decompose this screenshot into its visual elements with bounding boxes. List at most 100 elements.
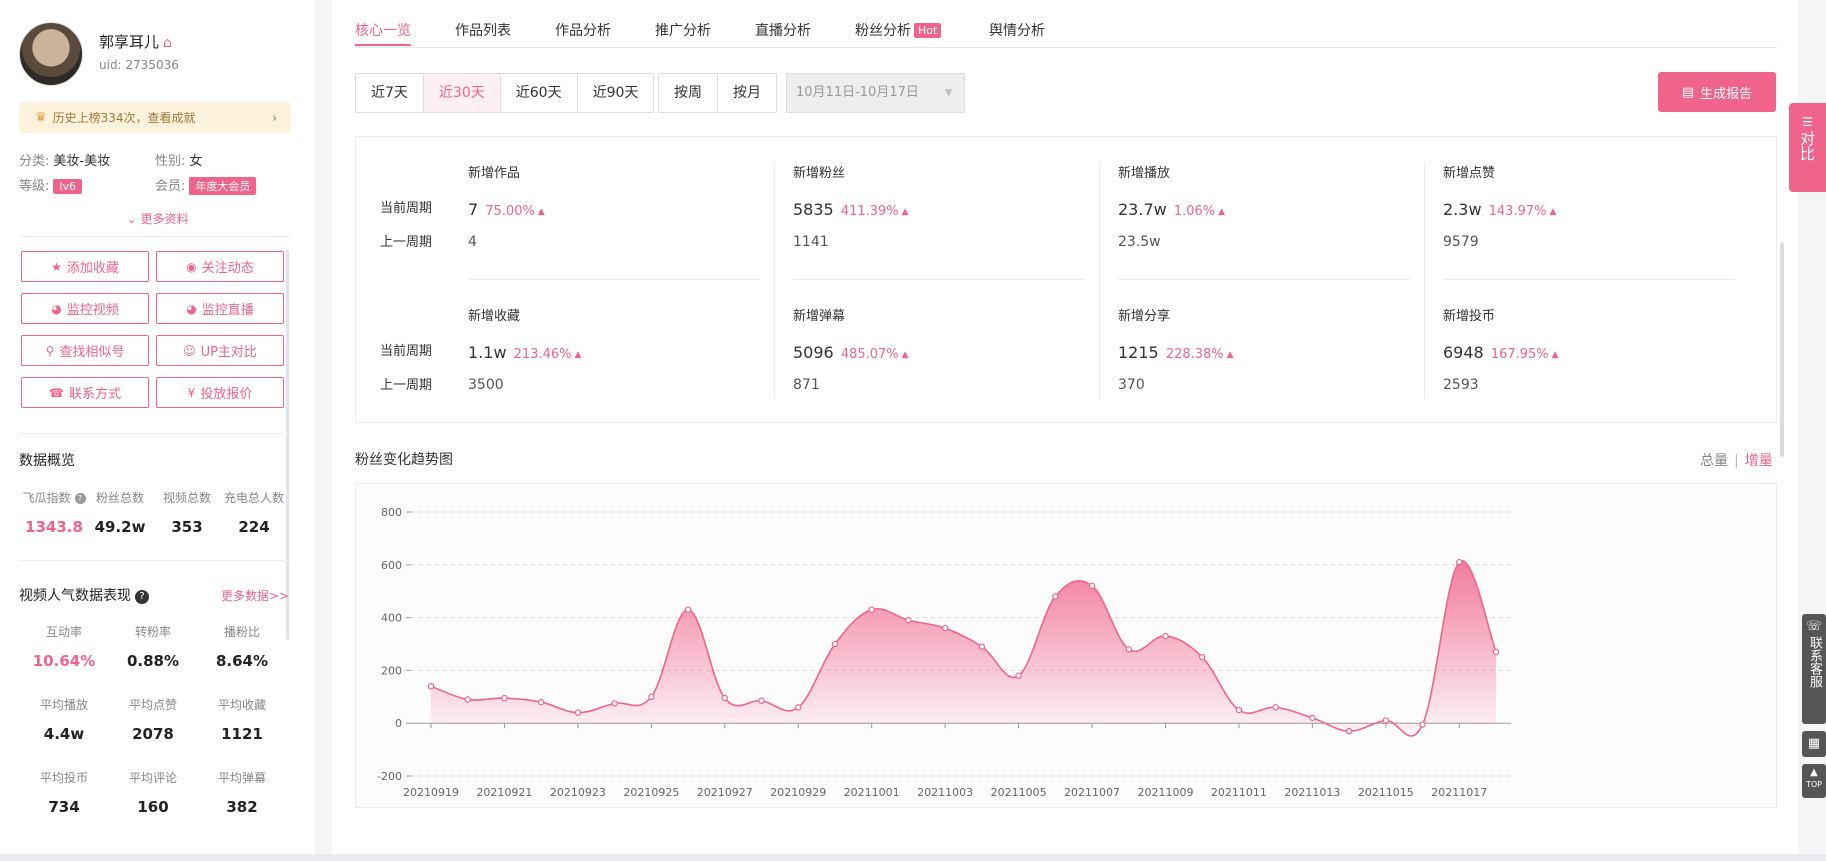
compare-label: 对比 — [1798, 131, 1816, 161]
monitor-icon: ◕ — [51, 301, 62, 316]
range-90d-button[interactable]: 近90天 — [576, 74, 654, 112]
monitor-video-button[interactable]: ◕ 监控视频 — [21, 293, 149, 324]
button-label: 查找相似号 — [59, 345, 125, 360]
contact-button[interactable]: ☎ 联系方式 — [21, 377, 149, 408]
range-7d-button[interactable]: 近7天 — [356, 74, 423, 112]
help-icon[interactable]: ? — [74, 493, 86, 504]
member-row: 会员: 年度大会员 — [155, 175, 257, 195]
more-info-link[interactable]: ⌄ 更多资料 — [0, 210, 315, 227]
arrow-up-icon: ▲ — [574, 350, 582, 360]
data-point — [1235, 706, 1243, 714]
profile-name: 郭享耳儿 ⌂ — [99, 31, 172, 52]
metric-current: 1215 228.38% ▲ — [1118, 343, 1418, 362]
profile-name-text: 郭享耳儿 — [99, 33, 160, 51]
x-tick-label: 20210919 — [403, 786, 459, 799]
tab-sentiment-analysis[interactable]: 舆情分析 — [989, 20, 1045, 40]
data-point — [1419, 721, 1426, 728]
monitor-live-button[interactable]: ◕ 监控直播 — [156, 293, 284, 324]
y-tick-label: 400 — [381, 612, 402, 625]
stat-label: 平均点赞 — [128, 698, 177, 712]
metric-change: 167.95% — [1490, 347, 1549, 362]
tab-promo-analysis[interactable]: 推广分析 — [655, 20, 711, 40]
data-point — [574, 709, 582, 716]
data-point — [1199, 653, 1206, 661]
overview-title: 数据概览 — [19, 453, 75, 469]
help-icon[interactable]: ? — [135, 590, 149, 604]
stat-value: 1121 — [221, 725, 263, 743]
home-icon[interactable]: ⌂ — [163, 35, 172, 51]
range-30d-button[interactable]: 近30天 — [422, 74, 500, 112]
y-tick-label: 800 — [381, 506, 402, 519]
service-label: 联系客服 — [1807, 636, 1822, 688]
metric-previous: 871 — [793, 377, 820, 393]
stat-label: 平均投币 — [39, 771, 88, 785]
by-week-button[interactable]: 按周 — [659, 74, 717, 112]
x-tick-label: 20210923 — [550, 786, 606, 799]
panel-scrollbar[interactable] — [1780, 242, 1784, 457]
data-point — [684, 606, 692, 613]
x-tick-label: 20210927 — [697, 786, 753, 799]
tab-fans-analysis[interactable]: 粉丝分析 Hot — [855, 20, 942, 40]
fans-total-stat: 粉丝总数 49.2w — [90, 489, 150, 536]
category-value: 美妆-美妆 — [53, 154, 111, 169]
row-divider — [468, 279, 760, 280]
qrcode-button[interactable]: ▦ — [1802, 731, 1826, 757]
add-favorite-button[interactable]: ★ 添加收藏 — [21, 251, 149, 282]
price-icon: ¥ — [187, 385, 196, 400]
tab-works-list[interactable]: 作品列表 — [455, 20, 511, 40]
avg-danmaku-stat: 平均弹幕 382 — [202, 769, 282, 816]
follow-updates-button[interactable]: ◉ 关注动态 — [156, 251, 284, 282]
rank-achievement-bar[interactable]: ♛ 历史上榜334次，查看成就 › — [19, 102, 291, 133]
by-month-button[interactable]: 按月 — [717, 74, 776, 112]
data-point — [1309, 714, 1316, 722]
find-similar-button[interactable]: ⚲ 查找相似号 — [21, 335, 149, 366]
member-label: 会员: — [155, 179, 186, 194]
list-icon: ☰ — [1802, 115, 1813, 129]
button-label: 监控直播 — [201, 303, 254, 318]
ad-price-button[interactable]: ¥ 投放报价 — [156, 377, 284, 408]
date-range-select[interactable]: 10月11日-10月17日 ▼ — [786, 73, 965, 113]
chart-svg: -200 0 200 400 600 800 20210919 20210921 2021092… — [377, 506, 1511, 799]
metric-current: 23.7w 1.06% ▲ — [1118, 200, 1418, 219]
generate-report-button[interactable]: ▤ 生成报告 — [1658, 72, 1776, 112]
total-increment-toggle: 总量 | 增量 — [1700, 450, 1773, 470]
tab-core-overview[interactable]: 核心一览 — [355, 20, 411, 40]
level-label: 等级: — [19, 179, 50, 194]
x-tick-label: 20211007 — [1064, 786, 1120, 799]
divider — [19, 433, 291, 434]
toggle-total[interactable]: 总量 — [1700, 453, 1728, 469]
play-fan-ratio-stat: 播粉比 8.64% — [202, 623, 282, 670]
metric-change: 143.97% — [1488, 204, 1547, 219]
x-tick-label: 20211013 — [1284, 786, 1340, 799]
sidebar-scrollbar[interactable] — [286, 250, 289, 640]
metric-title: 新增分享 — [1118, 309, 1171, 324]
metric-previous: 9579 — [1443, 234, 1479, 250]
button-label: 关注动态 — [201, 261, 254, 276]
more-data-link[interactable]: 更多数据>> — [221, 587, 289, 604]
tab-live-analysis[interactable]: 直播分析 — [755, 20, 811, 40]
video-perf-title: 视频人气数据表现? — [19, 585, 149, 605]
phone-icon: ☎ — [49, 385, 64, 400]
metric-change: 485.07% — [840, 347, 899, 362]
arrow-up-icon: ▲ — [901, 350, 909, 360]
metric-new-shares: 新增分享 1215 228.38% ▲ 370 — [1118, 305, 1418, 393]
metric-title: 新增粉丝 — [793, 166, 846, 181]
up-compare-button[interactable]: ☺ UP主对比 — [156, 335, 284, 366]
customer-service-button[interactable]: ☏ 联系客服 — [1802, 614, 1826, 724]
rank-text: 历史上榜334次，查看成就 — [52, 111, 196, 125]
data-point — [978, 643, 986, 650]
compare-float-button[interactable]: ☰ 对比 — [1789, 103, 1826, 192]
tab-works-analysis[interactable]: 作品分析 — [555, 20, 611, 40]
avatar[interactable] — [19, 22, 83, 86]
range-60d-button[interactable]: 近60天 — [499, 74, 577, 112]
gender-value: 女 — [189, 154, 203, 169]
chart-title: 粉丝变化趋势图 — [355, 452, 453, 468]
back-to-top-button[interactable]: ▲ TOP — [1802, 764, 1826, 798]
search-icon: ⚲ — [45, 343, 55, 358]
chevron-right-icon: › — [272, 110, 277, 125]
toggle-increment[interactable]: 增量 — [1745, 453, 1773, 469]
stat-value: 382 — [226, 798, 258, 816]
stat-value: 353 — [171, 518, 203, 536]
avg-play-stat: 平均播放 4.4w — [24, 696, 104, 743]
data-point — [1345, 727, 1353, 735]
